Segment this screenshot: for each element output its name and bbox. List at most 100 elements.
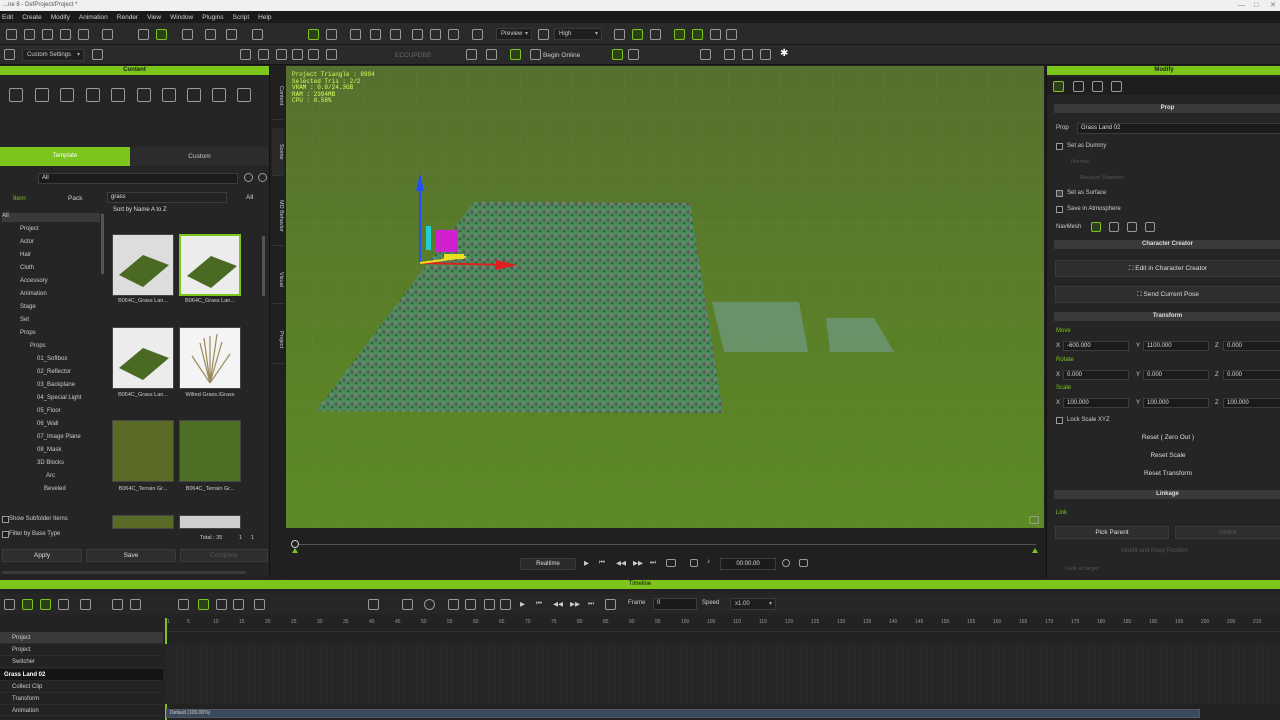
reset-zero-button[interactable]: Reset ( Zero Out ) (1055, 432, 1280, 445)
track-animation[interactable]: Animation (0, 706, 163, 716)
grid-icon[interactable] (390, 29, 401, 40)
motion-category-icon[interactable] (137, 88, 151, 102)
complete-button[interactable]: Complete (180, 549, 268, 562)
open-icon[interactable] (6, 29, 17, 40)
step-back-icon[interactable]: ◀◀ (616, 559, 626, 567)
lock-icon[interactable] (326, 49, 337, 60)
menu-help[interactable]: Help (258, 14, 271, 21)
menu-plugins[interactable]: Plugins (202, 14, 223, 21)
import-icon[interactable] (60, 29, 71, 40)
next-key-icon[interactable]: ⏭ (650, 559, 656, 567)
accessory-category-icon[interactable] (111, 88, 125, 102)
menu-window[interactable]: Window (170, 14, 193, 21)
thumb-scrollbar[interactable] (262, 236, 265, 296)
grass-tile-small-1[interactable] (712, 302, 808, 352)
track-project-header[interactable]: Project (0, 632, 163, 644)
cc-section[interactable]: Character Creator (1054, 240, 1280, 249)
quality-dropdown[interactable]: High (554, 28, 602, 40)
render-icon[interactable] (472, 29, 483, 40)
frame-icon[interactable] (326, 29, 337, 40)
track-area[interactable] (165, 644, 1280, 704)
thumbnail-grass-land-01[interactable] (112, 234, 174, 296)
settings-square-icon[interactable] (92, 49, 103, 60)
scale-y-field[interactable]: 100.000 (1143, 398, 1209, 408)
thumbnail-partial-1[interactable] (112, 515, 174, 529)
minimize-icon[interactable]: — (1238, 0, 1245, 11)
unlink-button[interactable]: Unlink (1175, 526, 1280, 539)
path-field[interactable]: All (38, 173, 238, 184)
tree-item-softbox[interactable]: 01_Softbox (37, 356, 67, 362)
tool-icon[interactable] (614, 29, 625, 40)
viewport-options-icon[interactable] (1029, 516, 1039, 524)
fit-timeline-icon[interactable] (402, 599, 413, 610)
thumbnail-partial-2[interactable] (179, 515, 241, 529)
timeline-ruler[interactable]: 1 5 10 15 20 25 30 35 40 45 50 55 60 65 70 75 80 85 90 95 10… (165, 618, 1280, 632)
media-category-icon[interactable] (237, 88, 251, 102)
thumbnail-grass-land-03[interactable] (112, 327, 174, 389)
tree-item-props-sub[interactable]: Props (30, 343, 46, 349)
modify-physics-icon[interactable] (1111, 81, 1122, 92)
menu-view[interactable]: View (147, 14, 161, 21)
tree-item-set[interactable]: Set (20, 317, 29, 323)
close-icon[interactable]: ✕ (1270, 0, 1276, 11)
play-range-track[interactable] (296, 544, 1036, 545)
subtab-pack[interactable]: Pack (68, 195, 82, 202)
search-input[interactable]: grass (107, 192, 227, 203)
visibility-icon[interactable] (308, 29, 319, 40)
3d-viewport[interactable]: Project Triangle : 8994 Selected Tris : … (286, 66, 1044, 528)
key-loop-icon[interactable] (112, 599, 123, 610)
scale-z-field[interactable]: 100.000 (1223, 398, 1280, 408)
modify-attributes-icon[interactable] (1053, 81, 1064, 92)
tl-prev-key-icon[interactable]: ⏮ (536, 600, 542, 608)
tree-item-stage[interactable]: Stage (20, 304, 36, 310)
layer-icon[interactable] (40, 599, 51, 610)
rot-z-field[interactable]: 0.000 (1223, 370, 1280, 380)
key-move-icon[interactable] (80, 599, 91, 610)
thumbnail-wilted-grass[interactable] (179, 327, 241, 389)
undo-icon[interactable] (102, 29, 113, 40)
move-x-field[interactable]: -600.000 (1063, 341, 1129, 351)
key-undo-icon[interactable] (130, 599, 141, 610)
thumbnail-terrain-grass-02[interactable] (179, 420, 241, 482)
mark-in-icon[interactable] (448, 599, 459, 610)
camera-switch-icon[interactable] (486, 49, 497, 60)
expand-icon[interactable] (276, 49, 287, 60)
custom-settings-dropdown[interactable]: Custom Settings (22, 49, 84, 61)
refresh-path-icon[interactable] (244, 173, 253, 182)
transform-section[interactable]: Transform (1054, 312, 1280, 321)
export-icon[interactable] (78, 29, 89, 40)
prev-key-icon[interactable]: ⏮ (599, 559, 605, 567)
record-icon[interactable] (612, 49, 623, 60)
tree-item-hair[interactable]: Hair (20, 252, 31, 258)
reset-transform-button[interactable]: Reset Transform (1055, 468, 1280, 481)
filter-base-checkbox[interactable] (2, 531, 9, 538)
tree-item-reflector[interactable]: 02_Reflector (37, 369, 71, 375)
tl-play-icon[interactable]: ▶ (520, 600, 525, 608)
playhead-handle[interactable] (291, 540, 299, 548)
tree-scrollbar[interactable] (101, 214, 104, 274)
lock-scale-checkbox[interactable] (1056, 417, 1063, 424)
thumbnail-terrain-grass-01[interactable] (112, 420, 174, 482)
menu-modify[interactable]: Modify (51, 14, 70, 21)
mark-out-icon[interactable] (465, 599, 476, 610)
list-icon[interactable] (710, 29, 721, 40)
tree-item-wall[interactable]: 06_Wall (37, 421, 58, 427)
tree-item-image-plane[interactable]: 07_Image Plane (37, 434, 81, 440)
tree-item-actor[interactable]: Actor (20, 239, 34, 245)
move-y-field[interactable]: 1100.000 (1143, 341, 1209, 351)
navmesh-walkable-icon[interactable] (1091, 222, 1101, 232)
sort-dropdown[interactable]: Sort by Name A to Z (110, 206, 268, 217)
blend-icon[interactable] (198, 599, 209, 610)
monitor-icon[interactable] (690, 559, 698, 567)
track-project[interactable]: Project (0, 644, 163, 656)
tree-item-mask[interactable]: 08_Mask (37, 447, 61, 453)
tree-item-floor[interactable]: 05_Floor (37, 408, 61, 414)
step-forward-icon[interactable]: ▶▶ (633, 559, 643, 567)
time-display[interactable]: 00:00.00 (720, 558, 776, 570)
all-category-icon[interactable] (9, 88, 23, 102)
edit-cc-button[interactable]: ⛶ Edit in Character Creator (1055, 260, 1280, 277)
search-all-label[interactable]: All (246, 194, 253, 201)
home-icon[interactable] (4, 49, 15, 60)
speed-dropdown[interactable]: x1.00 (730, 598, 776, 610)
loop-timeline-icon[interactable] (500, 599, 511, 610)
